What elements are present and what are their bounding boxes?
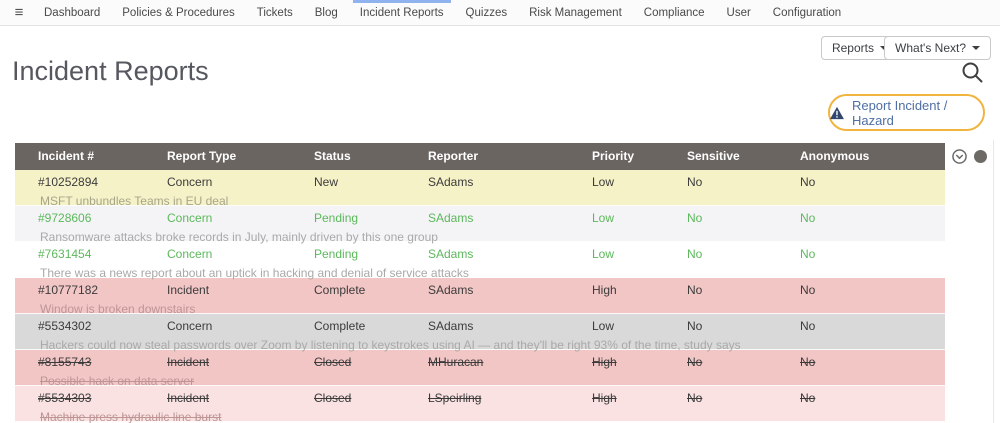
- column-header-sensitive[interactable]: Sensitive: [687, 143, 800, 170]
- cell-sensitive: No: [687, 283, 800, 299]
- nav-item-compliance[interactable]: Compliance: [633, 0, 716, 26]
- cell-sensitive: No: [687, 319, 800, 335]
- cell-priority: Low: [592, 211, 687, 227]
- cell-incident: #9728606: [38, 211, 167, 227]
- cell-report-type: Concern: [167, 319, 314, 335]
- cell-status: Closed: [314, 355, 428, 371]
- top-navbar: ≡ DashboardPolicies & ProceduresTicketsB…: [0, 0, 1000, 26]
- cell-report-type: Incident: [167, 355, 314, 371]
- cell-report-type: Concern: [167, 211, 314, 227]
- warning-triangle-icon: [830, 106, 844, 120]
- cell-reporter: MHuracan: [428, 355, 592, 371]
- table-row[interactable]: #5534303IncidentClosedLSpeirlingHighNoNo…: [15, 386, 945, 422]
- cell-status: Pending: [314, 247, 428, 263]
- cell-reporter: SAdams: [428, 283, 592, 299]
- table-row[interactable]: #8155743IncidentClosedMHuracanHighNoNoPo…: [15, 350, 945, 386]
- search-icon[interactable]: [960, 60, 984, 84]
- cell-sensitive: No: [687, 175, 800, 191]
- cell-anonymous: No: [800, 175, 945, 191]
- cell-report-type: Concern: [167, 247, 314, 263]
- nav-items: DashboardPolicies & ProceduresTicketsBlo…: [33, 0, 852, 26]
- cell-report-type: Incident: [167, 391, 314, 407]
- cell-anonymous: No: [800, 355, 945, 371]
- cell-priority: High: [592, 283, 687, 299]
- cell-anonymous: No: [800, 391, 945, 407]
- nav-item-quizzes[interactable]: Quizzes: [455, 0, 519, 26]
- record-dot-icon[interactable]: [974, 150, 987, 163]
- cell-status: Complete: [314, 283, 428, 299]
- report-incident-hazard-label: Report Incident / Hazard: [852, 98, 983, 128]
- column-header-report-type[interactable]: Report Type: [167, 143, 314, 170]
- cell-incident: #7631454: [38, 247, 167, 263]
- cell-status: Closed: [314, 391, 428, 407]
- column-header-reporter[interactable]: Reporter: [428, 143, 592, 170]
- report-incident-hazard-button[interactable]: Report Incident / Hazard: [828, 94, 985, 131]
- cell-anonymous: No: [800, 319, 945, 335]
- cell-incident: #8155743: [38, 355, 167, 371]
- incident-table: Incident #Report TypeStatusReporterPrior…: [15, 143, 945, 422]
- cell-status: Pending: [314, 211, 428, 227]
- column-header-incident-[interactable]: Incident #: [38, 143, 167, 170]
- cell-status: Complete: [314, 319, 428, 335]
- nav-item-policies-procedures[interactable]: Policies & Procedures: [111, 0, 246, 26]
- row-summary: Machine press hydraulic line burst: [38, 410, 945, 423]
- cell-incident: #5534302: [38, 319, 167, 335]
- column-header-status[interactable]: Status: [314, 143, 428, 170]
- whats-next-dropdown-label: What's Next?: [895, 41, 966, 55]
- whats-next-dropdown-button[interactable]: What's Next?: [884, 36, 991, 60]
- table-header: Incident #Report TypeStatusReporterPrior…: [15, 143, 945, 170]
- nav-item-risk-management[interactable]: Risk Management: [518, 0, 633, 26]
- nav-item-blog[interactable]: Blog: [304, 0, 349, 26]
- page-title: Incident Reports: [12, 56, 209, 87]
- table-row[interactable]: #10252894ConcernNewSAdamsLowNoNoMSFT unb…: [15, 170, 945, 206]
- table-row[interactable]: #10777182IncidentCompleteSAdamsHighNoNoW…: [15, 278, 945, 314]
- cell-priority: Low: [592, 319, 687, 335]
- cell-reporter: SAdams: [428, 175, 592, 191]
- cell-sensitive: No: [687, 211, 800, 227]
- cell-reporter: SAdams: [428, 247, 592, 263]
- nav-item-user[interactable]: User: [716, 0, 762, 26]
- column-header-anonymous[interactable]: Anonymous: [800, 143, 945, 170]
- cell-incident: #10252894: [38, 175, 167, 191]
- cell-reporter: SAdams: [428, 319, 592, 335]
- cell-reporter: SAdams: [428, 211, 592, 227]
- table-row[interactable]: #7631454ConcernPendingSAdamsLowNoNoThere…: [15, 242, 945, 278]
- chevron-down-circle-icon[interactable]: [952, 149, 967, 164]
- table-row[interactable]: #9728606ConcernPendingSAdamsLowNoNoRanso…: [15, 206, 945, 242]
- cell-priority: High: [592, 391, 687, 407]
- nav-item-incident-reports[interactable]: Incident Reports: [349, 0, 455, 26]
- reports-dropdown-label: Reports: [832, 41, 874, 55]
- incident-reports-page: ≡ DashboardPolicies & ProceduresTicketsB…: [0, 0, 1000, 423]
- cell-report-type: Concern: [167, 175, 314, 191]
- cell-sensitive: No: [687, 247, 800, 263]
- cell-anonymous: No: [800, 283, 945, 299]
- cell-priority: Low: [592, 175, 687, 191]
- caret-down-icon: [972, 46, 980, 50]
- column-header-priority[interactable]: Priority: [592, 143, 687, 170]
- cell-reporter: LSpeirling: [428, 391, 592, 407]
- cell-sensitive: No: [687, 391, 800, 407]
- cell-priority: Low: [592, 247, 687, 263]
- cell-incident: #10777182: [38, 283, 167, 299]
- cell-report-type: Incident: [167, 283, 314, 299]
- cell-anonymous: No: [800, 211, 945, 227]
- table-body: #10252894ConcernNewSAdamsLowNoNoMSFT unb…: [15, 170, 945, 422]
- nav-item-tickets[interactable]: Tickets: [246, 0, 304, 26]
- cell-priority: High: [592, 355, 687, 371]
- nav-item-dashboard[interactable]: Dashboard: [33, 0, 111, 26]
- hamburger-icon[interactable]: ≡: [10, 0, 28, 26]
- cell-anonymous: No: [800, 247, 945, 263]
- table-row[interactable]: #5534302ConcernCompleteSAdamsLowNoNoHack…: [15, 314, 945, 350]
- cell-status: New: [314, 175, 428, 191]
- cell-incident: #5534303: [38, 391, 167, 407]
- cell-sensitive: No: [687, 355, 800, 371]
- nav-item-configuration[interactable]: Configuration: [762, 0, 852, 26]
- panel-edge-divider: [993, 140, 994, 423]
